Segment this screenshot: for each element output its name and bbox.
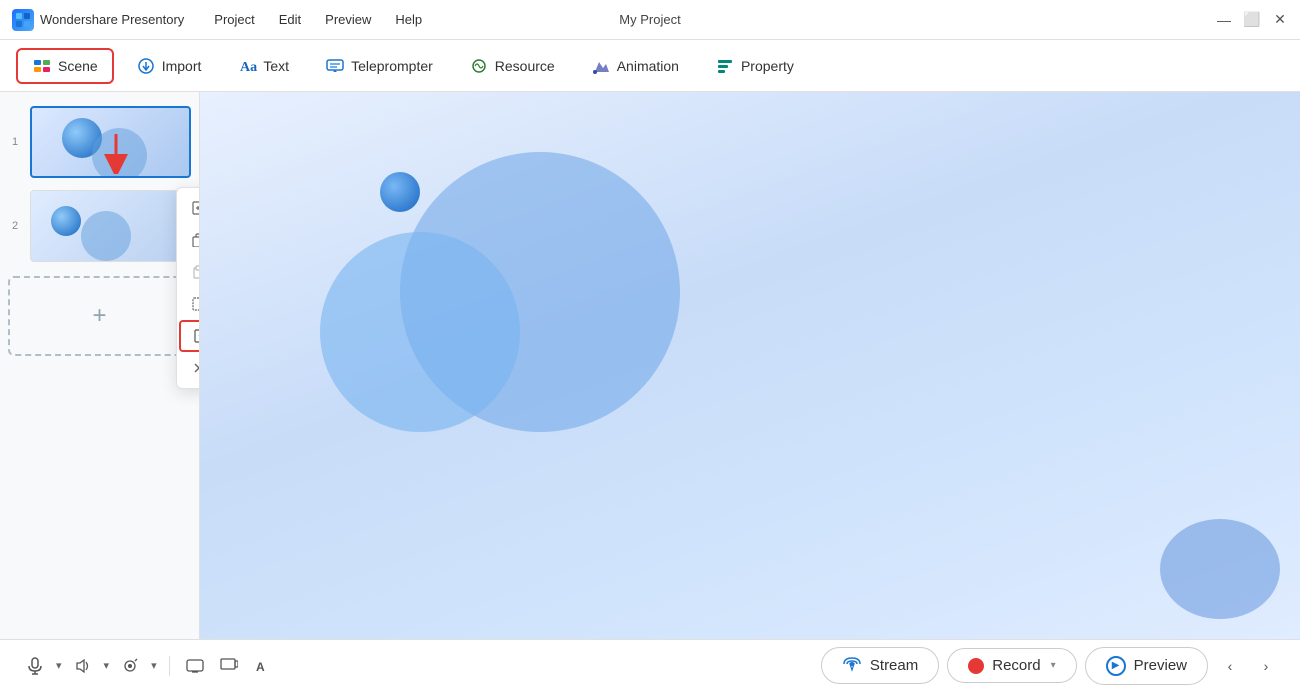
context-new-slide[interactable]: New Slide	[177, 192, 200, 224]
toolbar-import-label: Import	[162, 58, 202, 74]
context-paste[interactable]: Paste Ctrl+V	[177, 256, 200, 288]
toolbar-text-label: Text	[263, 58, 289, 74]
preview-icon: ▶	[1106, 656, 1126, 676]
close-button[interactable]: ✕	[1272, 12, 1288, 28]
bottom-right-controls: Stream Record ▾ ▶ Preview ‹ ›	[821, 647, 1280, 685]
svg-text:A: A	[256, 660, 265, 674]
toolbar-teleprompter[interactable]: Teleprompter	[311, 50, 447, 82]
import-icon	[136, 56, 156, 76]
paste-icon	[191, 264, 200, 280]
scene-icon	[32, 56, 52, 76]
titlebar: Wondershare Presentory Project Edit Prev…	[0, 0, 1300, 40]
screen-button[interactable]	[180, 651, 210, 681]
webcam-button[interactable]	[115, 651, 145, 681]
animation-icon	[591, 56, 611, 76]
slide-number-2: 2	[8, 220, 22, 232]
toolbar-property[interactable]: Property	[701, 50, 808, 82]
toolbar-text[interactable]: Aa Text	[223, 50, 303, 82]
menu-bar: Project Edit Preview Help	[204, 8, 432, 31]
separator-1	[169, 656, 170, 676]
property-icon	[715, 56, 735, 76]
stream-button[interactable]: Stream	[821, 647, 939, 684]
preview-button[interactable]: ▶ Preview	[1085, 647, 1208, 685]
minimize-button[interactable]: —	[1216, 12, 1232, 28]
menu-help[interactable]: Help	[385, 8, 432, 31]
window-controls: — ⬜ ✕	[1216, 12, 1288, 28]
slide-thumbnail-2[interactable]	[30, 190, 191, 262]
logo-icon	[12, 9, 34, 31]
canvas-area[interactable]	[200, 92, 1300, 639]
toolbar-scene-label: Scene	[58, 58, 98, 74]
toolbar-animation-label: Animation	[617, 58, 679, 74]
resource-icon	[469, 56, 489, 76]
toolbar-resource[interactable]: Resource	[455, 50, 569, 82]
menu-edit[interactable]: Edit	[269, 8, 311, 31]
add-slide-button[interactable]: +	[8, 276, 191, 356]
monitor-button[interactable]	[214, 651, 244, 681]
text-size-button[interactable]: A	[248, 651, 278, 681]
app-logo: Wondershare Presentory	[12, 9, 184, 31]
maximize-button[interactable]: ⬜	[1244, 12, 1260, 28]
mic-button[interactable]	[20, 651, 50, 681]
canvas-decoration-3	[1160, 519, 1280, 619]
add-transition-icon	[193, 328, 200, 344]
context-select-all[interactable]: Select All Ctrl+A	[177, 288, 200, 320]
nav-prev-button[interactable]: ‹	[1216, 652, 1244, 680]
thumb-circle-3	[51, 206, 81, 236]
toolbar-scene[interactable]: Scene	[16, 48, 114, 84]
main-area: 1 2 +	[0, 92, 1300, 639]
record-dropdown-arrow[interactable]: ▾	[1051, 660, 1056, 671]
project-title: My Project	[619, 12, 680, 27]
record-dot-inner	[972, 662, 980, 670]
new-slide-icon	[191, 200, 200, 216]
context-delete[interactable]: Delete Del	[177, 352, 200, 384]
add-slide-icon: +	[92, 302, 106, 330]
toolbar-import[interactable]: Import	[122, 50, 216, 82]
svg-text:Aa: Aa	[240, 60, 257, 75]
toolbar-resource-label: Resource	[495, 58, 555, 74]
mic-dropdown[interactable]: ▾	[54, 655, 64, 676]
toolbar-property-label: Property	[741, 58, 794, 74]
bottom-toolbar: ▾ ▾ ▾ A	[0, 639, 1300, 691]
record-button[interactable]: Record ▾	[947, 648, 1076, 683]
canvas-decoration-2	[320, 232, 520, 432]
context-add-transition[interactable]: Add Transition	[179, 320, 200, 352]
app-name: Wondershare Presentory	[40, 12, 184, 27]
volume-button[interactable]	[68, 651, 98, 681]
teleprompter-icon	[325, 56, 345, 76]
text-icon: Aa	[237, 56, 257, 76]
nav-next-button[interactable]: ›	[1252, 652, 1280, 680]
preview-label: Preview	[1134, 657, 1187, 674]
main-toolbar: Scene Import Aa Text Telepr	[0, 40, 1300, 92]
slides-panel: 1 2 +	[0, 92, 200, 639]
arrow-indicator	[100, 134, 132, 179]
slide-number-1: 1	[8, 136, 22, 148]
menu-preview[interactable]: Preview	[315, 8, 381, 31]
volume-dropdown[interactable]: ▾	[102, 655, 112, 676]
stream-icon	[842, 656, 862, 675]
canvas-sphere	[380, 172, 420, 212]
webcam-dropdown[interactable]: ▾	[149, 655, 159, 676]
context-menu: New Slide Copy Ctrl+C	[176, 187, 200, 389]
slide-item-2[interactable]: 2	[0, 184, 199, 268]
context-copy[interactable]: Copy Ctrl+C	[177, 224, 200, 256]
copy-icon	[191, 232, 200, 248]
thumb-circle-4	[81, 211, 131, 261]
record-label: Record	[992, 657, 1040, 674]
select-all-icon	[191, 296, 200, 312]
stream-label: Stream	[870, 657, 918, 674]
menu-project[interactable]: Project	[204, 8, 264, 31]
toolbar-teleprompter-label: Teleprompter	[351, 58, 433, 74]
record-icon	[968, 658, 984, 674]
toolbar-animation[interactable]: Animation	[577, 50, 693, 82]
delete-icon	[191, 360, 200, 376]
